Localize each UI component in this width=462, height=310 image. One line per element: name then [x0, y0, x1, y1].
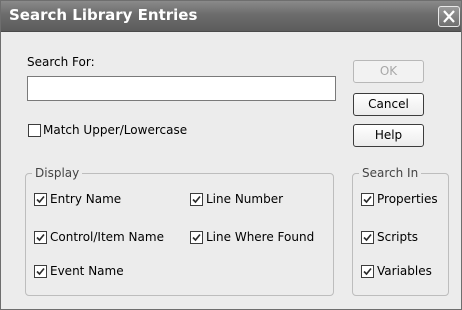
event-name-checkbox[interactable] — [34, 265, 47, 278]
search-input[interactable] — [27, 76, 336, 101]
scripts-checkbox[interactable] — [361, 231, 374, 244]
line-where-found-label: Line Where Found — [206, 230, 315, 244]
check-icon — [36, 233, 45, 242]
check-icon — [36, 195, 45, 204]
check-icon — [363, 233, 372, 242]
scripts-label: Scripts — [377, 230, 419, 244]
search-library-dialog: Search Library Entries Search For: OK Ca… — [0, 0, 462, 310]
line-number-checkbox[interactable] — [190, 193, 203, 206]
search-for-label: Search For: — [27, 55, 95, 69]
dialog-title: Search Library Entries — [9, 6, 198, 24]
check-icon — [192, 233, 201, 242]
line-where-found-checkbox[interactable] — [190, 231, 203, 244]
line-number-label: Line Number — [206, 192, 284, 206]
cancel-button[interactable]: Cancel — [353, 93, 424, 116]
variables-checkbox[interactable] — [361, 265, 374, 278]
entry-name-label: Entry Name — [50, 192, 122, 206]
properties-label: Properties — [377, 192, 438, 206]
check-icon — [192, 195, 201, 204]
check-icon — [363, 195, 372, 204]
control-item-name-checkbox[interactable] — [34, 231, 47, 244]
close-button[interactable] — [438, 6, 460, 27]
title-bar: Search Library Entries — [1, 1, 461, 32]
ok-button[interactable]: OK — [353, 60, 424, 83]
display-legend: Display — [32, 166, 83, 180]
entry-name-checkbox[interactable] — [34, 193, 47, 206]
check-icon — [363, 267, 372, 276]
help-button[interactable]: Help — [353, 124, 424, 147]
control-item-name-label: Control/Item Name — [50, 230, 164, 244]
search-in-legend: Search In — [359, 166, 422, 180]
properties-checkbox[interactable] — [361, 193, 374, 206]
match-case-checkbox[interactable] — [28, 124, 41, 137]
event-name-label: Event Name — [50, 264, 124, 278]
variables-label: Variables — [377, 264, 432, 278]
match-case-label: Match Upper/Lowercase — [43, 123, 188, 137]
close-icon — [443, 10, 455, 23]
check-icon — [36, 267, 45, 276]
